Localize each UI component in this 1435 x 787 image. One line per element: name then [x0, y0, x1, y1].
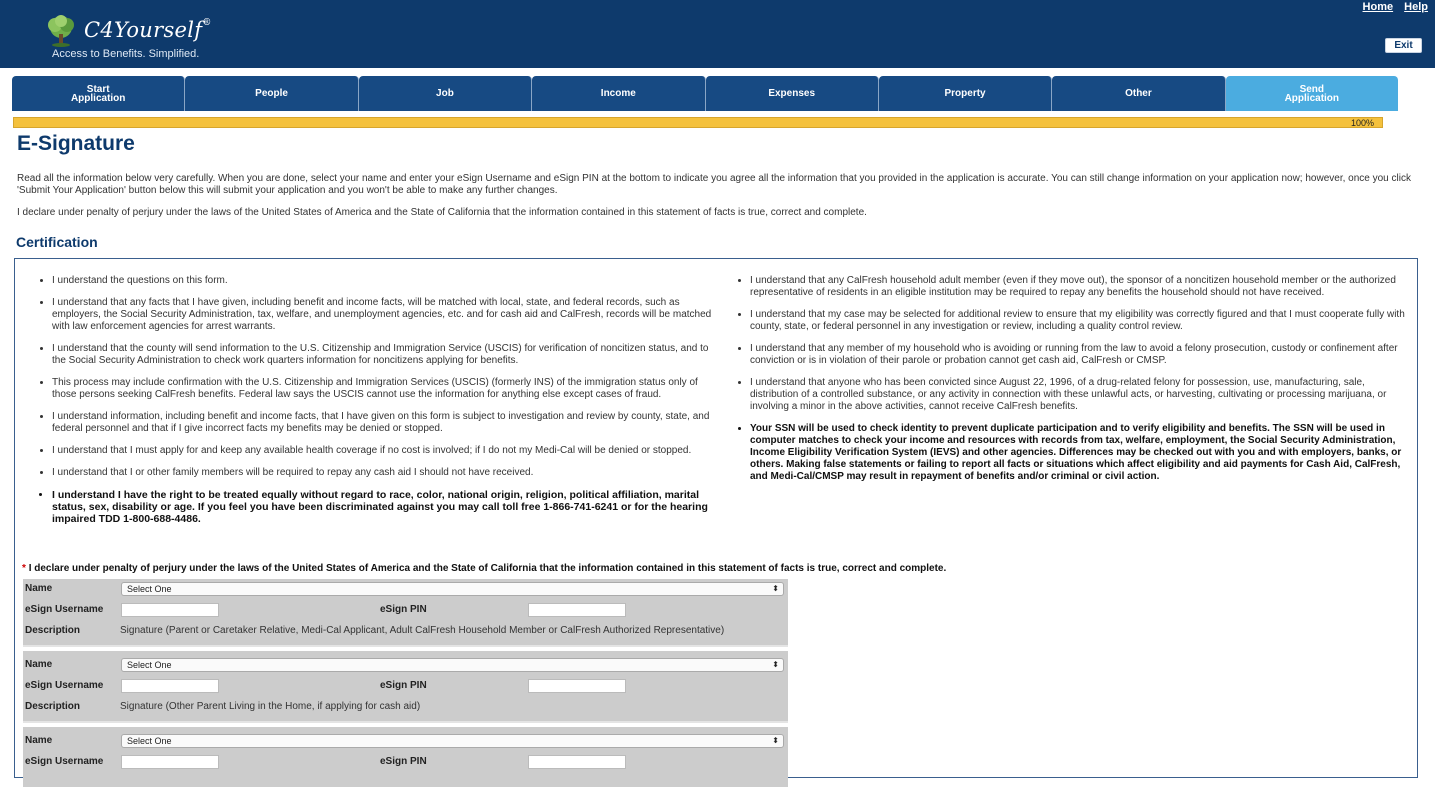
required-declaration-text: I declare under penalty of perjury under… [28, 563, 947, 574]
help-link[interactable]: Help [1404, 1, 1428, 13]
certification-left-column: I understand the questions on this form.… [35, 275, 715, 535]
app-header: C4Yourself® Access to Benefits. Simplifi… [0, 0, 1435, 68]
certification-title: Certification [16, 234, 98, 250]
esign-username-input[interactable] [121, 679, 219, 693]
select-arrow-icon: ⬍ [772, 736, 779, 745]
certification-item: I understand that the county will send i… [52, 343, 715, 367]
certification-item: I understand that I must apply for and k… [52, 445, 715, 457]
description-label: Description [25, 625, 81, 636]
name-label: Name [25, 735, 53, 746]
required-marker: * [22, 563, 26, 574]
esign-pin-label: eSign PIN [380, 680, 427, 691]
esign-pin-input[interactable] [528, 679, 626, 693]
step-tabs: Start Application People Job Income Expe… [12, 76, 1398, 111]
esign-pin-label: eSign PIN [380, 604, 427, 615]
top-links: Home Help [1355, 1, 1428, 13]
signature-separator [23, 721, 788, 723]
c4yourself-logo[interactable]: C4Yourself® Access to Benefits. Simplifi… [40, 12, 230, 62]
esign-username-label: eSign Username [25, 604, 104, 615]
tree-icon [48, 15, 74, 47]
certification-item: I understand that any member of my house… [750, 343, 1413, 367]
declaration-text: I declare under penalty of perjury under… [17, 207, 867, 218]
required-declaration: * I declare under penalty of perjury und… [22, 563, 946, 574]
brand-name: C4Yourself® [84, 18, 212, 42]
signature-block-3: Name Select One ⬍ eSign Username eSign PI… [23, 727, 788, 787]
brand-tagline: Access to Benefits. Simplified. [52, 48, 200, 60]
name-row: Name Select One ⬍ [23, 579, 788, 599]
signature-block-2: Name Select One ⬍ eSign Username eSign PI… [23, 651, 788, 721]
description-row: Description Signature (Parent or Caretak… [23, 621, 788, 641]
esign-username-input[interactable] [121, 755, 219, 769]
progress-bar: 100% [13, 117, 1383, 128]
signature-separator [23, 645, 788, 647]
description-row: Description Signature (Other Parent Livi… [23, 697, 788, 717]
select-arrow-icon: ⬍ [772, 584, 779, 593]
certification-item: I understand information, including bene… [52, 411, 715, 435]
name-select[interactable]: Select One ⬍ [121, 734, 784, 748]
certification-item: I understand that anyone who has been co… [750, 377, 1413, 413]
certification-box: I understand the questions on this form.… [14, 258, 1418, 787]
description-text: Signature (Other Parent Living in the Ho… [120, 701, 421, 712]
home-link[interactable]: Home [1363, 1, 1394, 13]
name-row: Name Select One ⬍ [23, 731, 788, 751]
name-label: Name [25, 659, 53, 670]
progress-fill [14, 118, 1382, 127]
tab-send-application[interactable]: Send Application [1225, 76, 1398, 111]
tab-property[interactable]: Property [878, 76, 1053, 111]
name-select[interactable]: Select One ⬍ [121, 658, 784, 672]
tab-job[interactable]: Job [358, 76, 533, 111]
esign-username-input[interactable] [121, 603, 219, 617]
exit-button[interactable]: Exit [1385, 38, 1422, 53]
credentials-row: eSign Username eSign PIN [23, 600, 788, 620]
name-select[interactable]: Select One ⬍ [121, 582, 784, 596]
certification-item: I understand that any CalFresh household… [750, 275, 1413, 299]
credentials-row: eSign Username eSign PIN [23, 676, 788, 696]
esign-username-label: eSign Username [25, 680, 104, 691]
esign-pin-input[interactable] [528, 603, 626, 617]
certification-item: I understand the questions on this form. [52, 275, 715, 287]
tab-people[interactable]: People [185, 76, 359, 111]
certification-item: I understand that my case may be selecte… [750, 309, 1413, 333]
esign-username-label: eSign Username [25, 756, 104, 767]
esign-pin-label: eSign PIN [380, 756, 427, 767]
credentials-row: eSign Username eSign PIN [23, 752, 788, 772]
intro-text: Read all the information below very care… [17, 173, 1411, 196]
esign-pin-input[interactable] [528, 755, 626, 769]
certification-item: I understand that I or other family memb… [52, 467, 715, 479]
certification-item-discrimination: I understand I have the right to be trea… [52, 489, 715, 525]
certification-item-ssn: Your SSN will be used to check identity … [750, 423, 1413, 483]
page-title: E-Signature [17, 132, 135, 155]
certification-item: This process may include confirmation wi… [52, 377, 715, 401]
tab-start-application[interactable]: Start Application [12, 76, 186, 111]
tab-income[interactable]: Income [532, 76, 706, 111]
certification-right-column: I understand that any CalFresh household… [733, 275, 1413, 493]
description-text: Signature (Parent or Caretaker Relative,… [120, 625, 725, 636]
certification-item: I understand that any facts that I have … [52, 297, 715, 333]
name-label: Name [25, 583, 53, 594]
signature-block-1: Name Select One ⬍ eSign Username eSign PI… [23, 579, 788, 645]
select-arrow-icon: ⬍ [772, 660, 779, 669]
name-row: Name Select One ⬍ [23, 655, 788, 675]
progress-percent: 100% [1350, 118, 1374, 128]
tab-other[interactable]: Other [1052, 76, 1226, 111]
description-label: Description [25, 701, 81, 712]
tab-expenses[interactable]: Expenses [705, 76, 879, 111]
